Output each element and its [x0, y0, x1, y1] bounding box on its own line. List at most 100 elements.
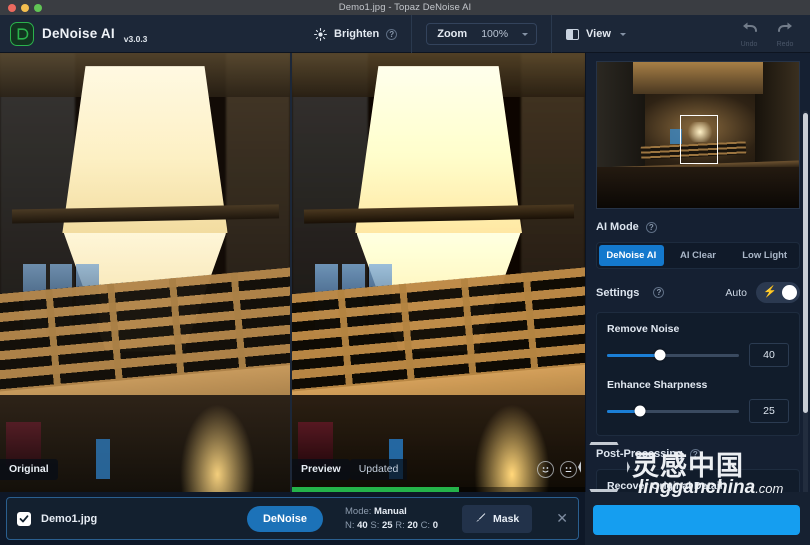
file-name: Demo1.jpg — [41, 512, 98, 525]
slider-row: 25 — [607, 399, 789, 423]
lightning-bolt-icon: ⚡ — [763, 286, 777, 298]
toolbar-center-group: Brighten ? Zoom 100% View — [300, 15, 640, 53]
sidebar-scrollbar[interactable] — [803, 111, 808, 492]
slider-value[interactable]: 40 — [749, 343, 789, 367]
denoise-button[interactable]: DeNoise — [246, 505, 323, 532]
mode-value: Manual — [374, 505, 407, 517]
save-image-button[interactable] — [593, 505, 800, 535]
zoom-value: 100% — [481, 28, 509, 40]
chevron-down-icon — [619, 32, 626, 36]
ai-mode-segmented-control[interactable]: DeNoise AI AI Clear Low Light — [596, 242, 800, 269]
original-photo — [0, 53, 290, 492]
checkmark-icon — [19, 514, 29, 522]
slider-fill — [607, 353, 660, 357]
param-value: 0 — [432, 519, 438, 531]
param-key: C: — [420, 519, 433, 531]
zoom-dropdown[interactable]: Zoom 100% — [426, 23, 538, 45]
help-circle-icon[interactable]: ? — [689, 448, 701, 460]
ai-mode-option-denoise-ai[interactable]: DeNoise AI — [599, 245, 664, 266]
brighten-label: Brighten — [334, 28, 380, 40]
ai-mode-header: AI Mode ? — [596, 221, 800, 233]
app-toolbar: DeNoise AI v3.0.3 Brighten ? Zoom 100% V… — [0, 15, 810, 53]
auto-toggle[interactable]: ⚡ — [756, 282, 800, 303]
mask-button[interactable]: Mask — [462, 504, 533, 533]
help-circle-icon[interactable]: ? — [653, 287, 665, 298]
mode-line: Mode: Manual — [345, 506, 407, 517]
chevron-down-icon — [522, 32, 529, 36]
close-x-icon[interactable]: ✕ — [556, 510, 568, 527]
post-processing-header: Post-Processing ? — [596, 448, 800, 460]
ai-mode-section: AI Mode ? DeNoise AI AI Clear Low Light Se… — [586, 221, 810, 492]
preview-image-pane[interactable]: Preview Updated — [290, 53, 585, 492]
auto-control: Auto ⚡ — [725, 282, 800, 303]
slider-thumb[interactable] — [654, 349, 666, 361]
preview-photo — [292, 53, 585, 492]
settings-label: Settings — [596, 286, 640, 299]
post-processing-label: Post-Processing — [596, 448, 683, 460]
settings-header-row: Settings ? Auto ⚡ — [596, 282, 800, 303]
slider-label: Enhance Sharpness — [607, 379, 708, 391]
image-comparison-viewer[interactable]: Original Preview Updated — [0, 53, 585, 492]
ai-mode-label: AI Mode — [596, 221, 639, 233]
mode-key: Mode: — [345, 505, 372, 517]
smiley-face-icon[interactable] — [537, 461, 554, 478]
settings-sliders-card: Remove Noise 40 Enhance Sharpness 25 — [596, 312, 800, 436]
settings-header: Settings ? — [596, 286, 665, 299]
window-titlebar: Demo1.jpg - Topaz DeNoise AI — [0, 0, 810, 15]
settings-slider-enhance-sharpness: Enhance Sharpness 25 — [607, 379, 789, 423]
neutral-face-icon[interactable] — [560, 461, 577, 478]
param-value: 20 — [407, 519, 418, 531]
updated-label: Updated — [349, 459, 408, 480]
window-title: Demo1.jpg - Topaz DeNoise AI — [338, 2, 472, 13]
toggle-knob — [782, 285, 797, 300]
slider-value[interactable]: 25 — [749, 399, 789, 423]
param-key: N: — [345, 519, 358, 531]
app-version: v3.0.3 — [123, 33, 148, 44]
auto-label: Auto — [725, 286, 747, 299]
undo-label: Undo — [740, 40, 758, 48]
slider-track[interactable] — [607, 349, 739, 361]
slider-label: Recover Original Detail — [607, 480, 723, 492]
redo-arrow-icon — [777, 21, 794, 41]
redo-label: Redo — [776, 40, 794, 48]
view-label: View — [586, 28, 611, 40]
ai-mode-option-ai-clear[interactable]: AI Clear — [666, 245, 731, 266]
param-value: 25 — [381, 519, 393, 531]
app-brand: DeNoise AI v3.0.3 — [10, 21, 148, 46]
zoom-label: Zoom — [437, 28, 468, 40]
slider-track[interactable] — [607, 405, 739, 417]
settings-slider-remove-noise: Remove Noise 40 — [607, 323, 789, 367]
preview-label: Preview — [292, 459, 350, 480]
param-key: S: — [370, 519, 382, 531]
original-image-pane[interactable]: Original — [0, 53, 290, 492]
bottom-filmstrip: Demo1.jpg DeNoise Mode: Manual N: 40 S: … — [0, 492, 585, 545]
original-label: Original — [0, 459, 58, 480]
help-circle-icon[interactable]: ? — [645, 221, 657, 233]
topaz-d-logo-icon — [10, 21, 34, 46]
param-line: N: 40 S: 25 R: 20 C: 0 — [345, 520, 438, 531]
settings-sidebar: AI Mode ? DeNoise AI AI Clear Low Light Se… — [585, 53, 810, 492]
param-key: R: — [395, 519, 408, 531]
redo-button[interactable]: Redo — [768, 21, 802, 48]
undo-button[interactable]: Undo — [732, 21, 766, 48]
param-value: 40 — [357, 519, 368, 531]
brush-icon — [475, 512, 486, 526]
brighten-control[interactable]: Brighten ? — [300, 15, 411, 53]
split-view-icon — [566, 28, 580, 40]
toolbar-history-group: Undo Redo — [732, 15, 802, 53]
post-processing-sliders-card: Recover Original Detail20Color Noise Red… — [596, 469, 800, 492]
brightness-icon — [314, 27, 327, 41]
view-control[interactable]: View — [551, 15, 640, 53]
denoise-ai-window: Demo1.jpg - Topaz DeNoise AI DeNoise AI … — [0, 0, 810, 545]
slider-thumb[interactable] — [634, 405, 646, 417]
navigator-viewport-rectangle[interactable] — [679, 114, 719, 165]
file-card[interactable]: Demo1.jpg DeNoise Mode: Manual N: 40 S: … — [6, 497, 579, 540]
postproc-slider-recover-original-detail: Recover Original Detail20 — [607, 480, 789, 492]
file-checkbox[interactable] — [17, 511, 31, 526]
file-params: Mode: Manual N: 40 S: 25 R: 20 C: 0 — [345, 505, 438, 533]
slider-row: 40 — [607, 343, 789, 367]
navigator-thumbnail[interactable] — [596, 61, 800, 209]
ai-mode-option-low-light[interactable]: Low Light — [732, 245, 797, 266]
zoom-control: Zoom 100% — [411, 15, 551, 53]
help-circle-icon[interactable]: ? — [386, 28, 398, 40]
